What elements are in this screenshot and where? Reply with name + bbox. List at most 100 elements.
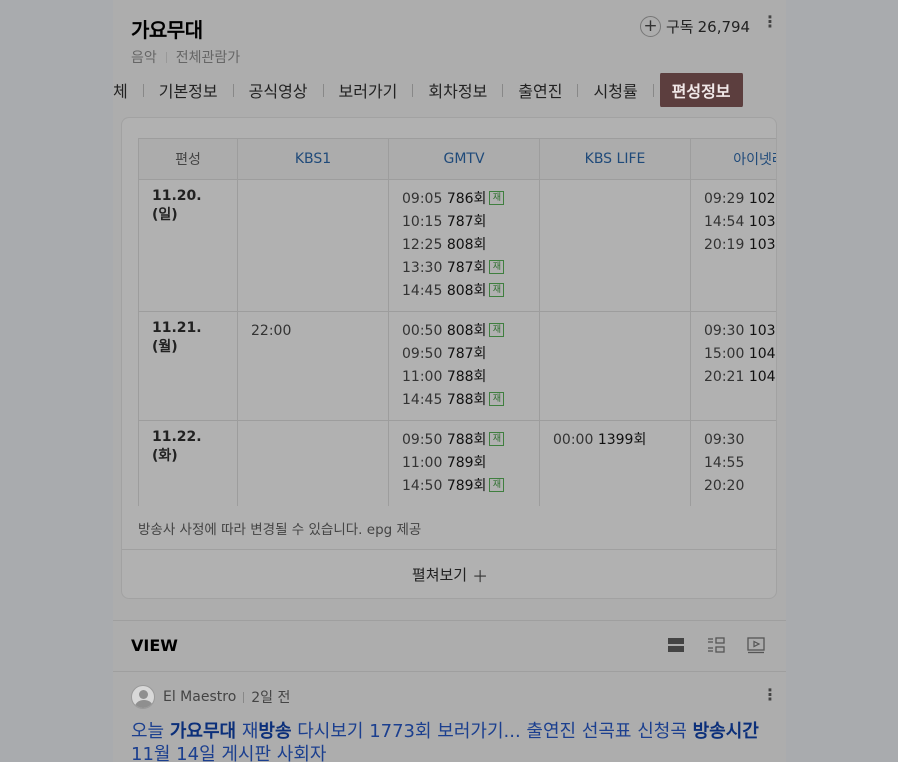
- broadcast-slot[interactable]: 09:30 103회: [704, 320, 776, 343]
- post-meta: El Maestro 2일 전: [131, 685, 290, 709]
- broadcast-slot[interactable]: 20:20: [704, 475, 776, 498]
- broadcast-slot[interactable]: 20:21 104회: [704, 366, 776, 389]
- slot-time: 14:45: [402, 392, 443, 408]
- slot-episode: 789회: [446, 455, 487, 471]
- list-view-icon[interactable]: [666, 635, 686, 655]
- schedule-grid-scroller[interactable]: 편성 KBS1GMTVKBS LIFE아이넷라이 11.20. (일) 09:05…: [138, 138, 776, 506]
- broadcast-slot[interactable]: 11:00 788회: [402, 366, 526, 389]
- broadcast-slot[interactable]: 22:00: [251, 320, 375, 343]
- slot-episode: 786회: [446, 191, 487, 207]
- broadcast-slot[interactable]: 13:30 787회 재: [402, 257, 526, 280]
- tab-active[interactable]: 편성정보: [659, 73, 743, 107]
- view-section: VIEW El Maestro 2일 전 ⋮ 오늘 가요무대 재방송 다시보기 …: [113, 620, 786, 762]
- schedule-cell: [237, 179, 389, 312]
- post-more-icon[interactable]: ⋮: [762, 685, 778, 704]
- post-time: 2일 전: [251, 690, 291, 706]
- program-genre: 음악: [131, 50, 157, 66]
- channel-header[interactable]: 아이넷라이: [690, 138, 776, 180]
- program-header: 가요무대 음악 전체관람가 + 구독 26,794 ⋮ 체 기본정보 공식영상 보러가…: [113, 0, 786, 116]
- broadcast-slot[interactable]: 09:50 787회: [402, 343, 526, 366]
- post-meta-divider: [243, 691, 245, 703]
- schedule-corner-label: 편성: [138, 138, 238, 180]
- tab-divider: [652, 83, 654, 97]
- slot-time: 00:00: [553, 432, 594, 448]
- broadcast-slot[interactable]: 09:50 788회 재: [402, 429, 526, 452]
- subscribe-label: 구독: [666, 18, 694, 36]
- subscribe-count: 26,794: [697, 17, 751, 36]
- view-divider: [113, 671, 786, 672]
- video-view-icon[interactable]: [746, 635, 766, 655]
- tab-item[interactable]: 출연진: [506, 78, 574, 102]
- program-tabs: 체 기본정보 공식영상 보러가기 회차정보 출연진 시청률 편성정보: [113, 73, 786, 107]
- post-title-highlight: 가요무대: [169, 721, 237, 742]
- tab-divider: [502, 83, 504, 97]
- slot-time: 11:00: [402, 369, 443, 385]
- slot-episode: 787회: [446, 260, 487, 276]
- program-title[interactable]: 가요무대: [131, 14, 203, 43]
- broadcast-slot[interactable]: 09:05 786회 재: [402, 188, 526, 211]
- post-author[interactable]: El Maestro: [163, 689, 236, 705]
- broadcast-slot[interactable]: 12:25 808회: [402, 234, 526, 257]
- program-rating: 전체관람가: [175, 50, 241, 66]
- slot-episode: 787회: [446, 214, 487, 230]
- broadcast-slot[interactable]: 14:54 103회: [704, 211, 776, 234]
- broadcast-slot[interactable]: 14:45 808회 재: [402, 280, 526, 303]
- subscribe-button[interactable]: + 구독 26,794: [640, 16, 750, 37]
- post-title-text: 오늘: [131, 721, 170, 742]
- schedule-cell: 09:50 788회 재 11:00 789회 14:50 789회 재: [388, 420, 540, 506]
- channel-header[interactable]: KBS LIFE: [539, 138, 691, 180]
- compact-list-icon[interactable]: [706, 635, 726, 655]
- plus-circle-icon: +: [640, 16, 661, 37]
- rerun-badge: 재: [489, 323, 505, 337]
- rerun-badge: 재: [489, 283, 505, 297]
- channel-header[interactable]: GMTV: [388, 138, 540, 180]
- slot-time: 09:50: [402, 346, 443, 362]
- broadcast-slot[interactable]: 14:45 788회 재: [402, 389, 526, 412]
- schedule-notice: 방송사 사정에 따라 변경될 수 있습니다. epg 제공: [138, 522, 422, 538]
- slot-time: 13:30: [402, 260, 443, 276]
- slot-time: 14:54: [704, 214, 745, 230]
- tab-divider: [577, 83, 579, 97]
- broadcast-slot[interactable]: 14:55: [704, 452, 776, 475]
- slot-episode: 102회: [748, 191, 776, 207]
- slot-time: 14:45: [402, 283, 443, 299]
- schedule-card: 편성 KBS1GMTVKBS LIFE아이넷라이 11.20. (일) 09:05…: [121, 117, 777, 599]
- rerun-badge: 재: [489, 392, 505, 406]
- broadcast-slot[interactable]: 09:29 102회: [704, 188, 776, 211]
- schedule-cell: 09:30 14:55 20:20: [690, 420, 776, 506]
- slot-episode: 787회: [446, 346, 487, 362]
- tab-item[interactable]: 시청률: [581, 78, 649, 102]
- broadcast-slot[interactable]: 15:00 104회: [704, 343, 776, 366]
- broadcast-slot[interactable]: 20:19 103회: [704, 234, 776, 257]
- slot-time: 14:55: [704, 455, 745, 471]
- rerun-badge: 재: [489, 432, 505, 446]
- tab-item[interactable]: 회차정보: [416, 78, 499, 102]
- tab-item[interactable]: 공식영상: [237, 78, 320, 102]
- schedule-row: 11.22. (화) 09:50 788회 재 11:00 789회 14:50 789…: [138, 420, 776, 506]
- post-title-link[interactable]: 오늘 가요무대 재방송 다시보기 1773회 보러가기... 출연진 선곡표 신…: [131, 720, 771, 762]
- program-page: 가요무대 음악 전체관람가 + 구독 26,794 ⋮ 체 기본정보 공식영상 보러가…: [113, 0, 786, 762]
- tab-item[interactable]: 보러가기: [327, 78, 410, 102]
- broadcast-slot[interactable]: 14:50 789회 재: [402, 475, 526, 498]
- broadcast-slot[interactable]: 11:00 789회: [402, 452, 526, 475]
- slot-episode: 788회: [446, 432, 487, 448]
- tab-divider: [142, 83, 144, 97]
- expand-button[interactable]: 펼쳐보기 ＋: [122, 549, 776, 598]
- slot-time: 20:20: [704, 478, 745, 494]
- slot-time: 09:05: [402, 191, 443, 207]
- program-meta: 음악 전체관람가: [131, 47, 240, 67]
- rerun-badge: 재: [489, 260, 505, 274]
- broadcast-slot[interactable]: 00:00 1399회: [553, 429, 677, 452]
- more-options-icon[interactable]: ⋮: [762, 14, 778, 30]
- broadcast-slot[interactable]: 09:30: [704, 429, 776, 452]
- broadcast-slot[interactable]: 00:50 808회 재: [402, 320, 526, 343]
- tab-item[interactable]: 체: [113, 78, 140, 102]
- avatar[interactable]: [131, 685, 155, 709]
- tab-item[interactable]: 기본정보: [147, 78, 230, 102]
- slot-episode: 104회: [748, 369, 776, 385]
- slot-time: 00:50: [402, 323, 443, 339]
- broadcast-slot[interactable]: 10:15 787회: [402, 211, 526, 234]
- post-title-text: 11월 14일 게시판 사회자: [131, 744, 327, 762]
- slot-time: 11:00: [402, 455, 443, 471]
- channel-header[interactable]: KBS1: [237, 138, 389, 180]
